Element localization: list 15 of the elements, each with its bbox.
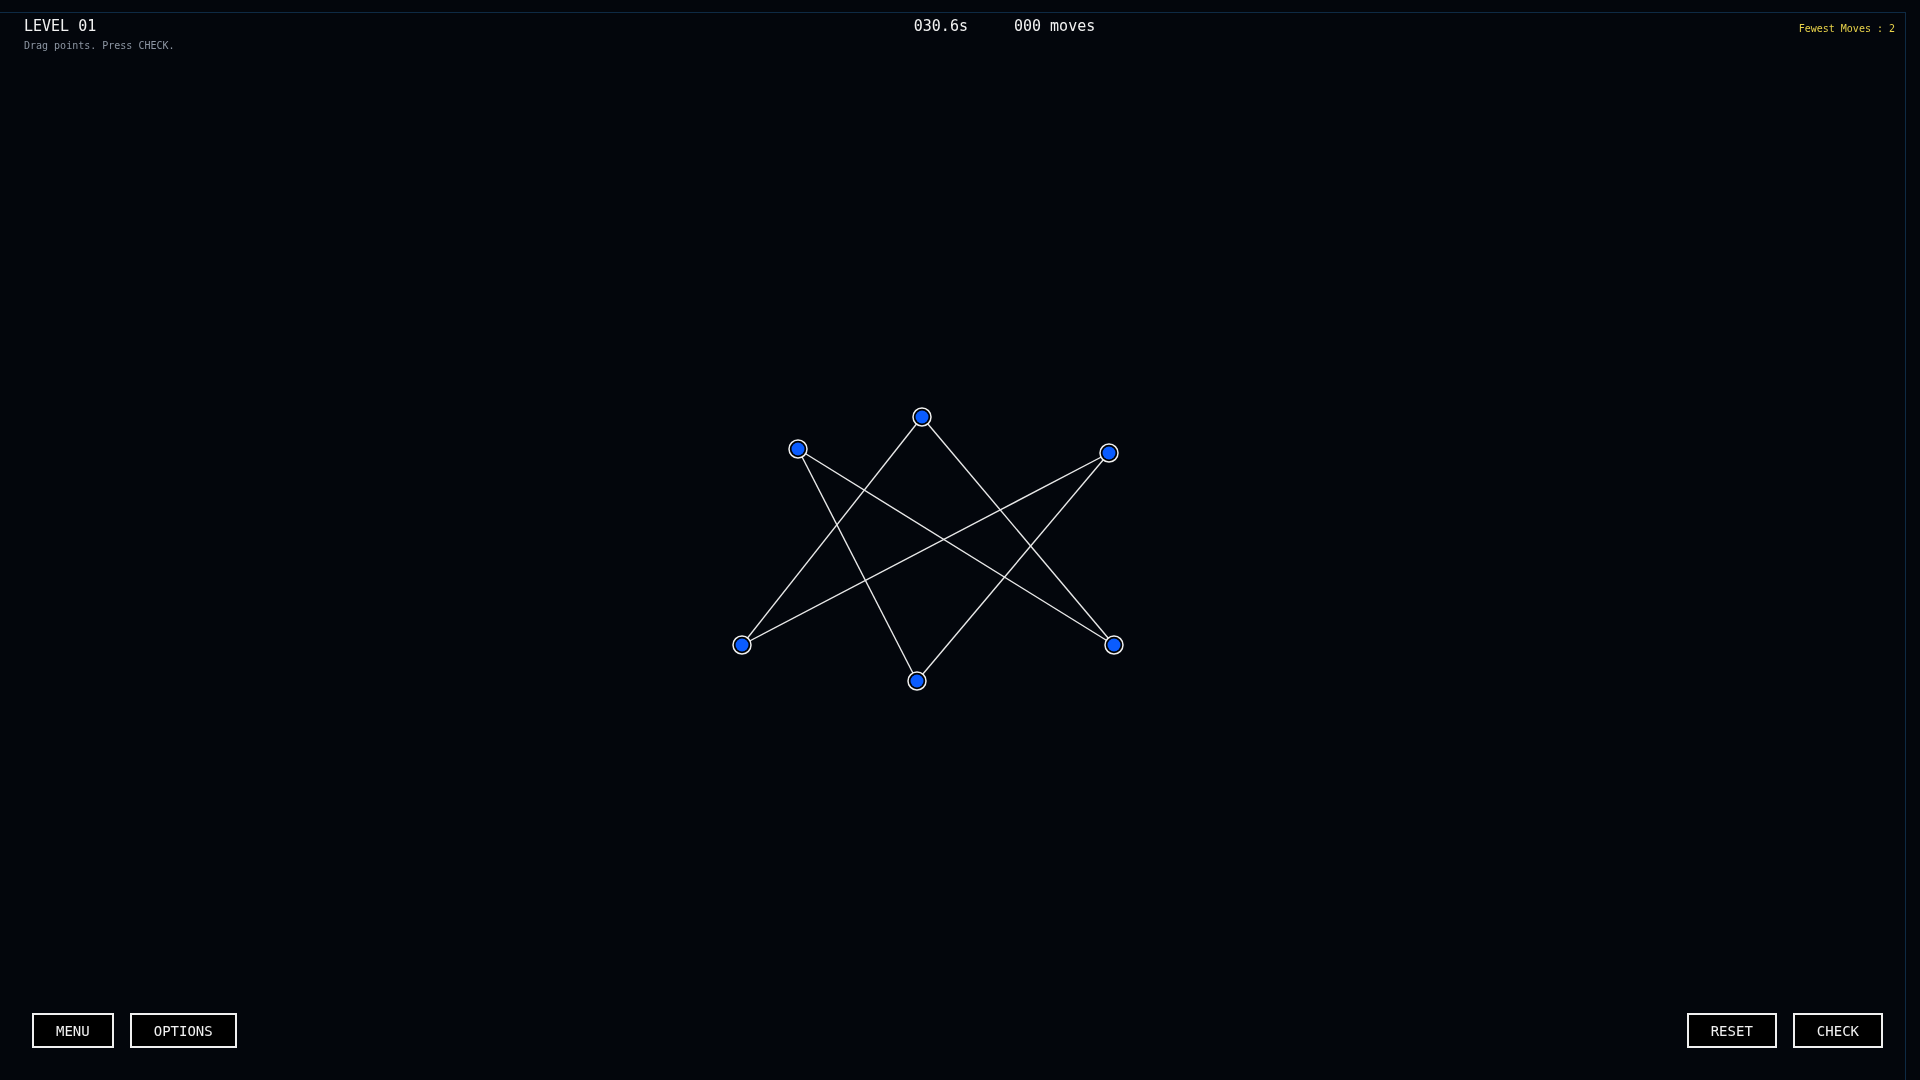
draggable-point[interactable] [788,439,808,459]
hint-text: Drag points. Press CHECK. [24,40,176,51]
draggable-point[interactable] [732,635,752,655]
draggable-point[interactable] [912,407,932,427]
fewest-moves-text: Fewest Moves : 2 [1798,22,1895,36]
level-title: LEVEL 01 [24,17,98,35]
menu-button[interactable]: OPTIONS [129,1013,237,1048]
action-button[interactable]: CHECK [1792,1013,1883,1048]
timer-text: 030.6s [913,17,968,37]
draggable-point[interactable] [907,671,927,691]
draggable-point[interactable] [1099,443,1119,463]
menu-button[interactable]: MENU [32,1013,114,1048]
moves-counter: 000 moves [1013,17,1096,37]
draggable-point[interactable] [1104,635,1124,655]
action-button[interactable]: RESET [1686,1013,1777,1048]
